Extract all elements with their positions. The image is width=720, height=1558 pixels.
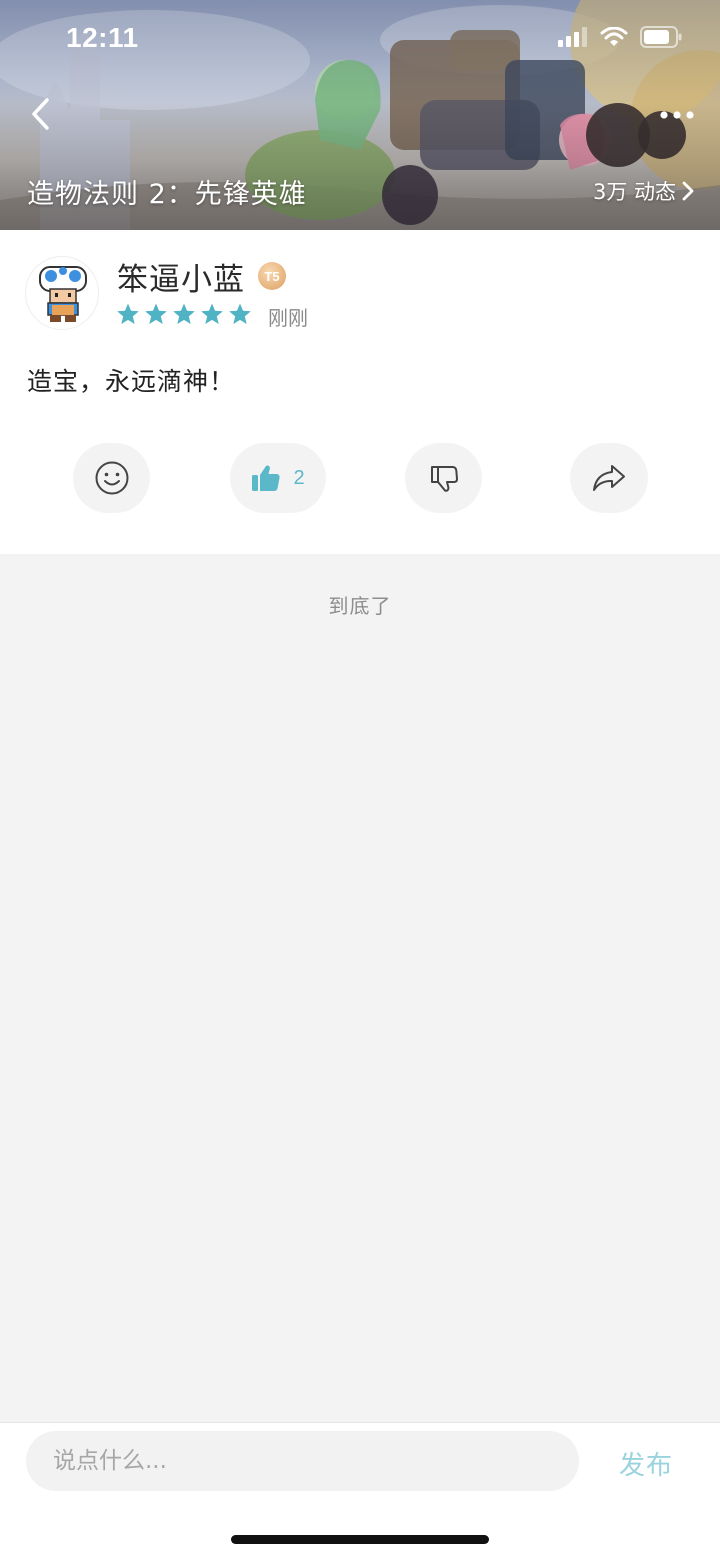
wifi-icon (600, 27, 628, 46)
star-icon (173, 303, 195, 324)
game-title[interactable]: 造物法则 2：先锋英雄 (27, 172, 307, 211)
star-icon (117, 303, 139, 324)
rating-stars (116, 302, 252, 326)
share-button[interactable] (570, 443, 648, 513)
post-time: 刚刚 (268, 306, 308, 330)
dislike-button[interactable] (405, 443, 482, 513)
like-button[interactable]: 2 (230, 443, 326, 513)
star-icon (145, 303, 167, 324)
thumbs-down-icon (430, 466, 458, 492)
publish-button[interactable]: 发布 (619, 1445, 673, 1482)
more-dots-icon (660, 111, 694, 119)
cellular-signal-icon (558, 27, 587, 47)
status-time: 12:11 (66, 22, 139, 53)
comment-composer: 发布 (0, 1422, 720, 1558)
level-badge-text: T5 (264, 268, 280, 284)
post-content: 造宝，永远滴神！ (27, 367, 236, 396)
dynamics-count: 3万 动态 (592, 180, 676, 204)
status-icons (558, 26, 682, 48)
star-icon (229, 303, 251, 324)
avatar[interactable] (25, 256, 99, 330)
dynamics-count-link[interactable]: 3万 动态 (593, 176, 694, 206)
level-badge: T5 (258, 262, 286, 290)
thumbs-up-icon (252, 465, 281, 491)
comment-input[interactable] (26, 1431, 579, 1491)
back-button[interactable] (20, 92, 60, 136)
author-name[interactable]: 笨逼小蓝 (117, 254, 245, 299)
end-of-list-text: 到底了 (328, 594, 392, 618)
share-icon (593, 465, 625, 491)
like-count: 2 (293, 466, 305, 489)
star-icon (201, 303, 223, 324)
toad-avatar-icon (39, 266, 87, 322)
emoji-reaction-button[interactable] (73, 443, 150, 513)
home-indicator[interactable] (231, 1535, 489, 1544)
more-button[interactable] (652, 98, 702, 132)
post-card: 笨逼小蓝 T5 刚刚 造宝，永远滴神！ 2 (0, 230, 720, 554)
chevron-right-icon (682, 181, 694, 201)
chevron-left-icon (32, 98, 49, 130)
smile-icon (95, 461, 128, 495)
battery-icon (640, 26, 682, 48)
